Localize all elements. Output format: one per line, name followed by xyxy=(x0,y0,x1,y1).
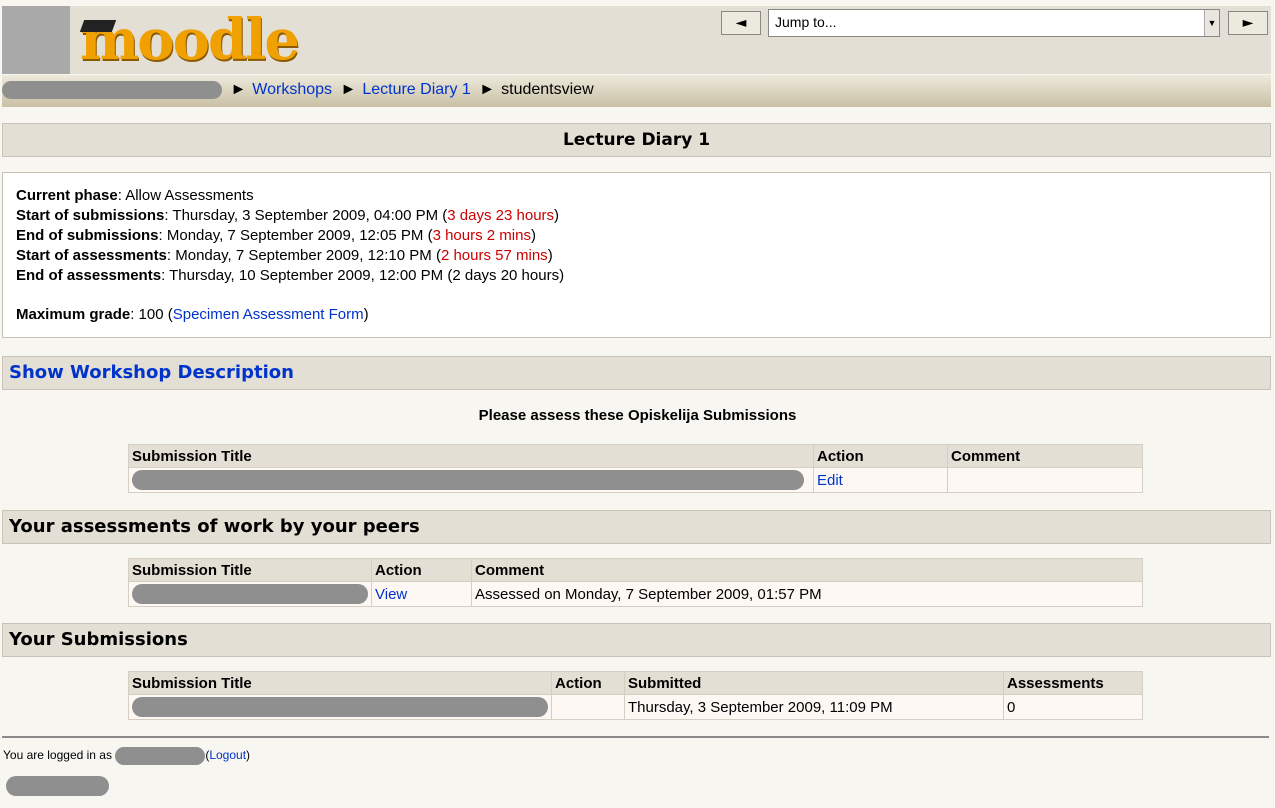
peer-assessments-table: Submission Title Action Comment View Ass… xyxy=(128,558,1143,607)
column-header: Action xyxy=(371,558,472,582)
workshop-info-box: Current phase: Allow Assessments Start o… xyxy=(2,172,1271,338)
table-row: Thursday, 3 September 2009, 11:09 PM 0 xyxy=(128,694,1143,720)
comment-cell xyxy=(947,467,1143,493)
logged-in-label: You are logged in as xyxy=(3,748,112,763)
column-header: Comment xyxy=(471,558,1143,582)
start-submissions-label: Start of submissions xyxy=(16,207,165,224)
end-assessments-value: : Thursday, 10 September 2009, 12:00 PM … xyxy=(161,267,565,284)
end-assessments-label: End of assessments xyxy=(16,267,162,284)
column-header: Submission Title xyxy=(128,444,814,468)
start-submissions-line: Start of submissions: Thursday, 3 Septem… xyxy=(16,207,559,224)
end-assessments-line: End of assessments: Thursday, 10 Septemb… xyxy=(16,267,564,284)
start-assessments-line: Start of assessments: Monday, 7 Septembe… xyxy=(16,247,553,264)
column-header: Action xyxy=(813,444,948,468)
end-submissions-label: End of submissions xyxy=(16,227,159,244)
jump-to-select[interactable]: Jump to... ▼ xyxy=(768,9,1220,37)
login-info: You are logged in as (Logout) xyxy=(3,747,250,765)
submission-title-redacted[interactable] xyxy=(128,467,814,493)
assessments-count-cell: 0 xyxy=(1003,694,1143,720)
assess-submissions-heading: Please assess these Opiskelija Submissio… xyxy=(478,407,797,424)
start-submissions-delta: 3 days 23 hours xyxy=(447,207,555,224)
paren: ) xyxy=(530,227,536,244)
edit-link[interactable]: Edit xyxy=(817,472,843,489)
current-phase-value: : Allow Assessments xyxy=(117,187,254,204)
paren: ) xyxy=(246,748,251,763)
breadcrumb-workshops[interactable]: Workshops xyxy=(252,81,332,98)
peer-assessments-heading: Your assessments of work by your peers xyxy=(9,516,420,537)
site-logo-box xyxy=(2,6,70,74)
submission-title-redacted[interactable] xyxy=(128,581,372,607)
column-header: Submission Title xyxy=(128,671,552,695)
start-submissions-value: : Thursday, 3 September 2009, 04:00 PM ( xyxy=(164,207,448,224)
end-submissions-line: End of submissions: Monday, 7 September … xyxy=(16,227,536,244)
peer-assessments-bar: Your assessments of work by your peers xyxy=(2,510,1271,544)
previous-activity-button[interactable]: ◄ xyxy=(721,11,761,35)
start-assessments-label: Start of assessments xyxy=(16,247,167,264)
maximum-grade-line: Maximum grade: 100 (Specimen Assessment … xyxy=(16,306,369,323)
column-header: Submitted xyxy=(624,671,1004,695)
your-submissions-table: Submission Title Action Submitted Assess… xyxy=(128,671,1143,720)
submitted-cell: Thursday, 3 September 2009, 11:09 PM xyxy=(624,694,1004,720)
show-workshop-description-link[interactable]: Show Workshop Description xyxy=(9,362,294,383)
comment-cell: Assessed on Monday, 7 September 2009, 01… xyxy=(471,581,1143,607)
paren: ) xyxy=(554,207,560,224)
paren: ) xyxy=(547,247,553,264)
breadcrumb-course-redacted[interactable] xyxy=(2,81,222,99)
chevron-down-icon[interactable]: ▼ xyxy=(1204,10,1219,36)
column-header: Action xyxy=(551,671,625,695)
breadcrumb-separator: ► xyxy=(230,81,247,99)
current-phase-label: Current phase xyxy=(16,187,118,204)
moodle-logo[interactable]: moodle xyxy=(80,8,300,72)
footer-divider xyxy=(2,736,1269,738)
jump-to-value: Jump to... xyxy=(775,14,837,30)
paren: ) xyxy=(363,306,369,323)
maximum-grade-label: Maximum grade xyxy=(16,306,131,323)
column-header: Comment xyxy=(947,444,1143,468)
logout-link[interactable]: Logout xyxy=(209,748,246,762)
footer-home-link-redacted[interactable] xyxy=(6,776,109,796)
column-header: Submission Title xyxy=(128,558,372,582)
assess-submissions-table: Submission Title Action Comment Edit xyxy=(128,444,1143,493)
table-row: Edit xyxy=(128,467,1143,493)
end-submissions-delta: 3 hours 2 mins xyxy=(432,227,531,244)
start-assessments-value: : Monday, 7 September 2009, 12:10 PM ( xyxy=(166,247,441,264)
your-submissions-heading: Your Submissions xyxy=(9,629,188,650)
table-row: View Assessed on Monday, 7 September 200… xyxy=(128,581,1143,607)
page-header: moodle ◄ Jump to... ▼ ► xyxy=(2,6,1271,74)
breadcrumb-current: studentsview xyxy=(501,81,594,99)
next-activity-button[interactable]: ► xyxy=(1228,11,1268,35)
action-cell xyxy=(551,694,625,720)
breadcrumb-lecture-diary[interactable]: Lecture Diary 1 xyxy=(362,81,471,98)
specimen-assessment-form-link[interactable]: Specimen Assessment Form xyxy=(173,306,364,323)
start-assessments-delta: 2 hours 57 mins xyxy=(440,247,548,264)
breadcrumb-separator: ► xyxy=(340,81,357,99)
current-phase-line: Current phase: Allow Assessments xyxy=(16,187,254,204)
page-title: Lecture Diary 1 xyxy=(2,123,1271,157)
graduation-cap-icon xyxy=(79,20,117,32)
breadcrumb-separator: ► xyxy=(479,81,496,99)
workshop-description-bar: Show Workshop Description xyxy=(2,356,1271,390)
maximum-grade-value: : 100 ( xyxy=(130,306,173,323)
username-redacted[interactable] xyxy=(115,747,206,765)
submission-title-redacted[interactable] xyxy=(128,694,552,720)
column-header: Assessments xyxy=(1003,671,1143,695)
view-link[interactable]: View xyxy=(375,586,407,603)
your-submissions-bar: Your Submissions xyxy=(2,623,1271,657)
breadcrumb: ► Workshops ► Lecture Diary 1 ► studentsvie… xyxy=(2,75,1271,107)
end-submissions-value: : Monday, 7 September 2009, 12:05 PM ( xyxy=(158,227,433,244)
